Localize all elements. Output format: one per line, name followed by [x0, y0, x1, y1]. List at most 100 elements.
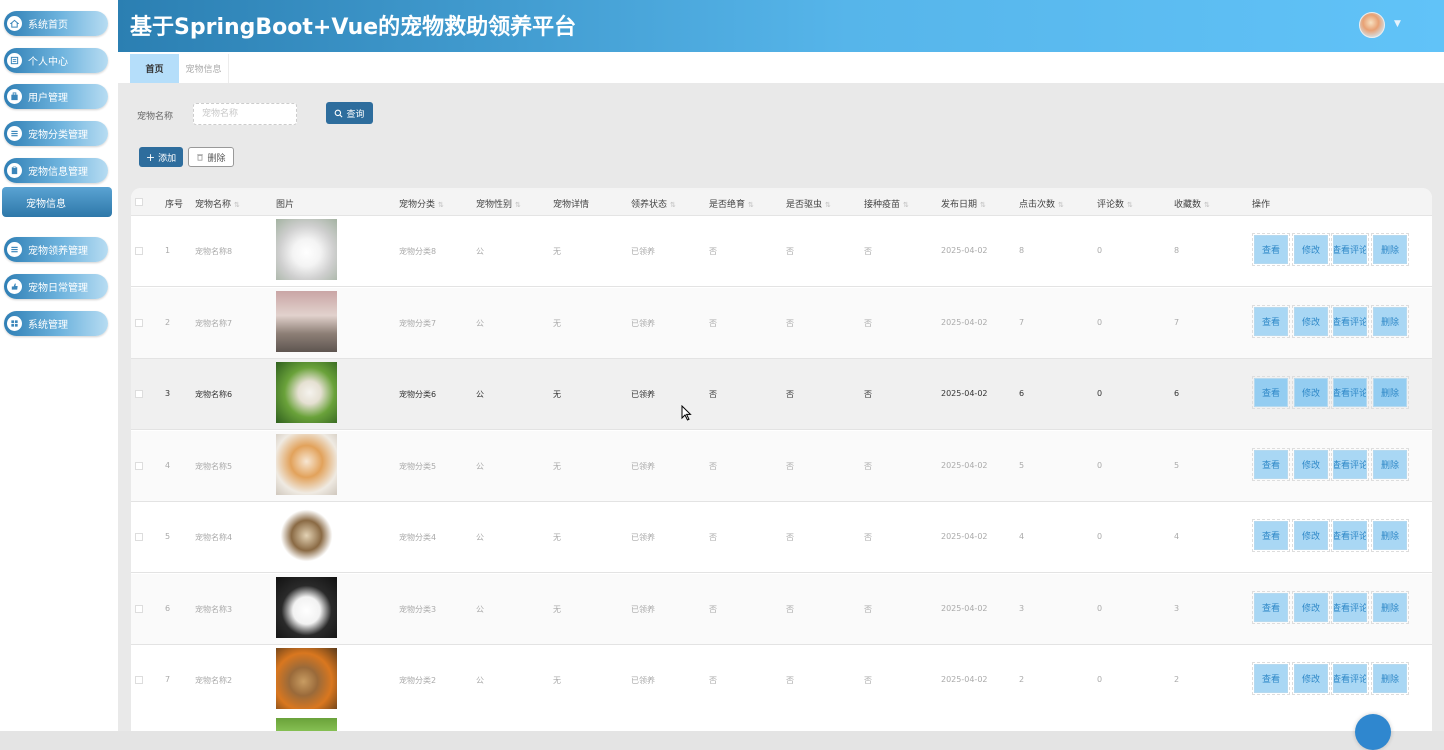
view-button[interactable]: 查看 — [1252, 519, 1290, 552]
pet-image[interactable] — [276, 505, 337, 566]
view-comments-button[interactable]: 查看评论 — [1331, 590, 1369, 624]
cell-category: 宠物分类2 — [399, 676, 437, 685]
row-checkbox[interactable] — [135, 533, 143, 541]
edit-button[interactable]: 修改 — [1292, 590, 1330, 624]
row-checkbox[interactable] — [135, 390, 143, 398]
view-comments-button[interactable]: 查看评论 — [1331, 447, 1369, 481]
col-dewormed[interactable]: 是否驱虫 ⇅ — [786, 197, 831, 210]
avatar[interactable] — [1359, 12, 1385, 38]
view-button[interactable]: 查看 — [1252, 447, 1290, 481]
view-comments-button[interactable]: 查看评论 — [1331, 662, 1369, 695]
sort-icon: ⇅ — [825, 201, 831, 209]
cell-date: 2025-04-02 — [941, 460, 988, 470]
cell-clicks: 6 — [1019, 389, 1025, 398]
sort-icon: ⇅ — [903, 201, 909, 209]
tab-pet-info[interactable]: 宠物信息 — [179, 54, 229, 83]
select-all-checkbox[interactable] — [135, 198, 143, 206]
delete-row-button[interactable]: 删除 — [1371, 590, 1409, 624]
table-row[interactable]: 4 宠物名称5 宠物分类5 公 无 已领养 否 否 否 2025-04-02 5 0 5 查看 修改 查看评论… — [131, 430, 1432, 502]
sidebar-item-system[interactable]: 系统管理 — [4, 311, 108, 336]
floating-action-button[interactable] — [1355, 714, 1391, 750]
edit-button[interactable]: 修改 — [1292, 447, 1330, 481]
pet-image[interactable] — [276, 576, 337, 638]
delete-row-button[interactable]: 删除 — [1371, 662, 1409, 695]
cell-no: 6 — [165, 603, 171, 613]
row-checkbox[interactable] — [135, 604, 143, 613]
sidebar-item-pet-category[interactable]: 宠物分类管理 — [4, 121, 108, 146]
cell-name: 宠物名称2 — [195, 676, 233, 685]
table-row[interactable]: 6 宠物名称3 宠物分类3 公 无 已领养 否 否 否 2025-04-02 3 0 3 查看 修改 查看评论… — [131, 573, 1432, 645]
cell-status: 已领养 — [631, 247, 655, 256]
edit-button[interactable]: 修改 — [1292, 304, 1330, 338]
col-index: 序号 — [165, 200, 184, 210]
row-checkbox[interactable] — [135, 461, 143, 470]
cell-name: 宠物名称7 — [195, 318, 233, 328]
col-comments[interactable]: 评论数 ⇅ — [1097, 197, 1133, 210]
delete-row-button[interactable]: 删除 — [1371, 447, 1409, 481]
pet-image[interactable] — [276, 648, 337, 709]
col-vaccinated[interactable]: 接种疫苗 ⇅ — [864, 197, 909, 210]
add-button[interactable]: + 添加 — [139, 147, 183, 167]
edit-button[interactable]: 修改 — [1292, 519, 1330, 552]
sidebar-item-profile[interactable]: 个人中心 — [4, 48, 108, 73]
delete-row-button[interactable]: 删除 — [1371, 233, 1409, 266]
cell-status: 已领养 — [631, 676, 655, 685]
col-status[interactable]: 领养状态 ⇅ — [631, 197, 676, 210]
table-row[interactable]: 3 宠物名称6 宠物分类6 公 无 已领养 否 否 否 2025-04-02 6 0 6 查看 修改 查看评论… — [131, 359, 1432, 430]
sidebar-item-home[interactable]: 系统首页 — [4, 11, 108, 36]
pet-image[interactable] — [276, 433, 337, 495]
view-button[interactable]: 查看 — [1252, 304, 1290, 338]
pet-image[interactable] — [276, 290, 337, 352]
col-gender[interactable]: 宠物性别 ⇅ — [476, 197, 521, 210]
row-checkbox[interactable] — [135, 676, 143, 684]
view-comments-button[interactable]: 查看评论 — [1331, 233, 1369, 266]
pet-image[interactable] — [276, 362, 337, 423]
table-row[interactable]: 7 宠物名称2 宠物分类2 公 无 已领养 否 否 否 2025-04-02 2 0 2 查看 修改 查看评论… — [131, 645, 1432, 716]
sidebar-item-users[interactable]: 用户管理 — [4, 84, 108, 109]
delete-row-button[interactable]: 删除 — [1371, 519, 1409, 552]
delete-row-button[interactable]: 删除 — [1371, 304, 1409, 338]
cell-favorites: 2 — [1174, 675, 1180, 684]
view-comments-button[interactable]: 查看评论 — [1331, 376, 1369, 409]
view-button[interactable]: 查看 — [1252, 590, 1290, 624]
table-row[interactable]: 2 宠物名称7 宠物分类7 公 无 已领养 否 否 否 2025-04-02 7 0 7 查看 修改 查看评论… — [131, 287, 1432, 359]
view-button[interactable]: 查看 — [1252, 662, 1290, 695]
edit-button[interactable]: 修改 — [1292, 233, 1330, 266]
row-checkbox[interactable] — [135, 247, 143, 255]
col-neutered[interactable]: 是否绝育 ⇅ — [709, 197, 754, 210]
cell-vaccinated: 否 — [864, 461, 872, 471]
tab-home[interactable]: 首页 — [130, 54, 179, 83]
view-button[interactable]: 查看 — [1252, 376, 1290, 409]
cell-detail: 无 — [553, 247, 561, 256]
row-checkbox[interactable] — [135, 318, 143, 327]
sidebar-item-label: 系统首页 — [28, 20, 68, 31]
search-button[interactable]: 查询 — [326, 102, 373, 124]
sidebar-item-pet-info-management[interactable]: 宠物信息管理 — [4, 158, 108, 183]
col-favorites[interactable]: 收藏数 ⇅ — [1174, 197, 1210, 210]
col-category[interactable]: 宠物分类 ⇅ — [399, 197, 444, 210]
edit-button[interactable]: 修改 — [1292, 376, 1330, 409]
cell-status: 已领养 — [631, 390, 655, 399]
col-name[interactable]: 宠物名称 ⇅ — [195, 197, 240, 210]
col-clicks[interactable]: 点击次数 ⇅ — [1019, 197, 1064, 210]
table-row[interactable]: 1 宠物名称8 宠物分类8 公 无 已领养 否 否 否 2025-04-02 8 0 8 查看 修改 查看评论… — [131, 216, 1432, 287]
pet-image[interactable] — [276, 219, 337, 280]
cell-status: 已领养 — [631, 533, 655, 542]
col-date[interactable]: 发布日期 ⇅ — [941, 197, 986, 210]
table-header: 序号 宠物名称 ⇅ 图片 宠物分类 ⇅ 宠物性别 ⇅ 宠物详情 领养状态 ⇅ 是否绝育 ⇅… — [131, 188, 1432, 216]
delete-row-button[interactable]: 删除 — [1371, 376, 1409, 409]
delete-button[interactable]: 删除 — [188, 147, 234, 167]
sort-icon: ⇅ — [1204, 201, 1210, 209]
edit-button[interactable]: 修改 — [1292, 662, 1330, 695]
cell-detail: 无 — [553, 461, 561, 471]
search-input[interactable]: 宠物名称 — [193, 103, 297, 125]
sidebar-item-pet-info[interactable]: 宠物信息 — [2, 187, 112, 217]
table-row[interactable]: 5 宠物名称4 宠物分类4 公 无 已领养 否 否 否 2025-04-02 4 0 4 查看 修改 查看评论… — [131, 502, 1432, 573]
sidebar-item-pet-adoption[interactable]: 宠物领养管理 — [4, 237, 108, 262]
view-comments-button[interactable]: 查看评论 — [1331, 304, 1369, 338]
view-comments-button[interactable]: 查看评论 — [1331, 519, 1369, 552]
sidebar-item-pet-daily[interactable]: 宠物日常管理 — [4, 274, 108, 299]
chevron-down-icon[interactable]: ▼ — [1394, 19, 1401, 29]
view-button[interactable]: 查看 — [1252, 233, 1290, 266]
cell-date: 2025-04-02 — [941, 675, 988, 684]
